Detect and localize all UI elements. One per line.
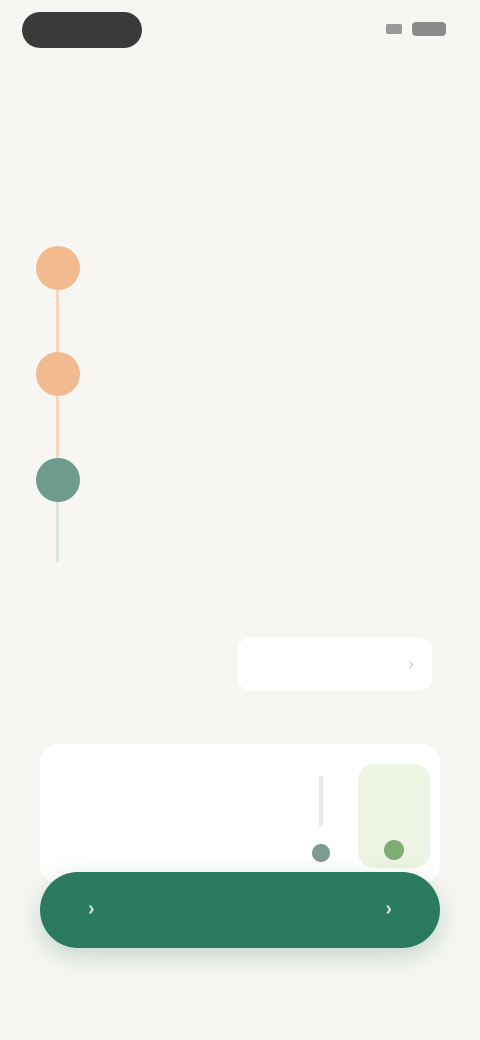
timeline-item	[30, 450, 430, 530]
timeline-step-icon	[36, 458, 80, 502]
status-icons	[386, 22, 446, 36]
plan-option-a-indicator	[319, 776, 323, 826]
chevron-right-icon: ›	[408, 654, 414, 674]
status-bar	[0, 0, 480, 60]
check-icon	[312, 844, 330, 862]
signal-icon	[386, 24, 402, 34]
sparkle-icon: ›	[88, 898, 95, 920]
check-icon	[384, 840, 404, 860]
plan-option-a[interactable]	[302, 766, 342, 866]
timeline-step-icon	[36, 246, 80, 290]
settings-row[interactable]: ›	[52, 638, 432, 690]
status-time-pill	[22, 12, 142, 48]
battery-icon	[412, 22, 446, 36]
continue-button[interactable]: › ›	[40, 872, 440, 948]
timeline-item	[30, 238, 430, 318]
plan-card[interactable]	[40, 744, 440, 884]
timeline	[30, 238, 430, 562]
timeline-item	[30, 344, 430, 424]
arrow-right-icon: ›	[385, 898, 392, 920]
plan-option-b[interactable]	[358, 764, 430, 868]
settings-row-value[interactable]: ›	[238, 638, 432, 690]
timeline-step-icon	[36, 352, 80, 396]
